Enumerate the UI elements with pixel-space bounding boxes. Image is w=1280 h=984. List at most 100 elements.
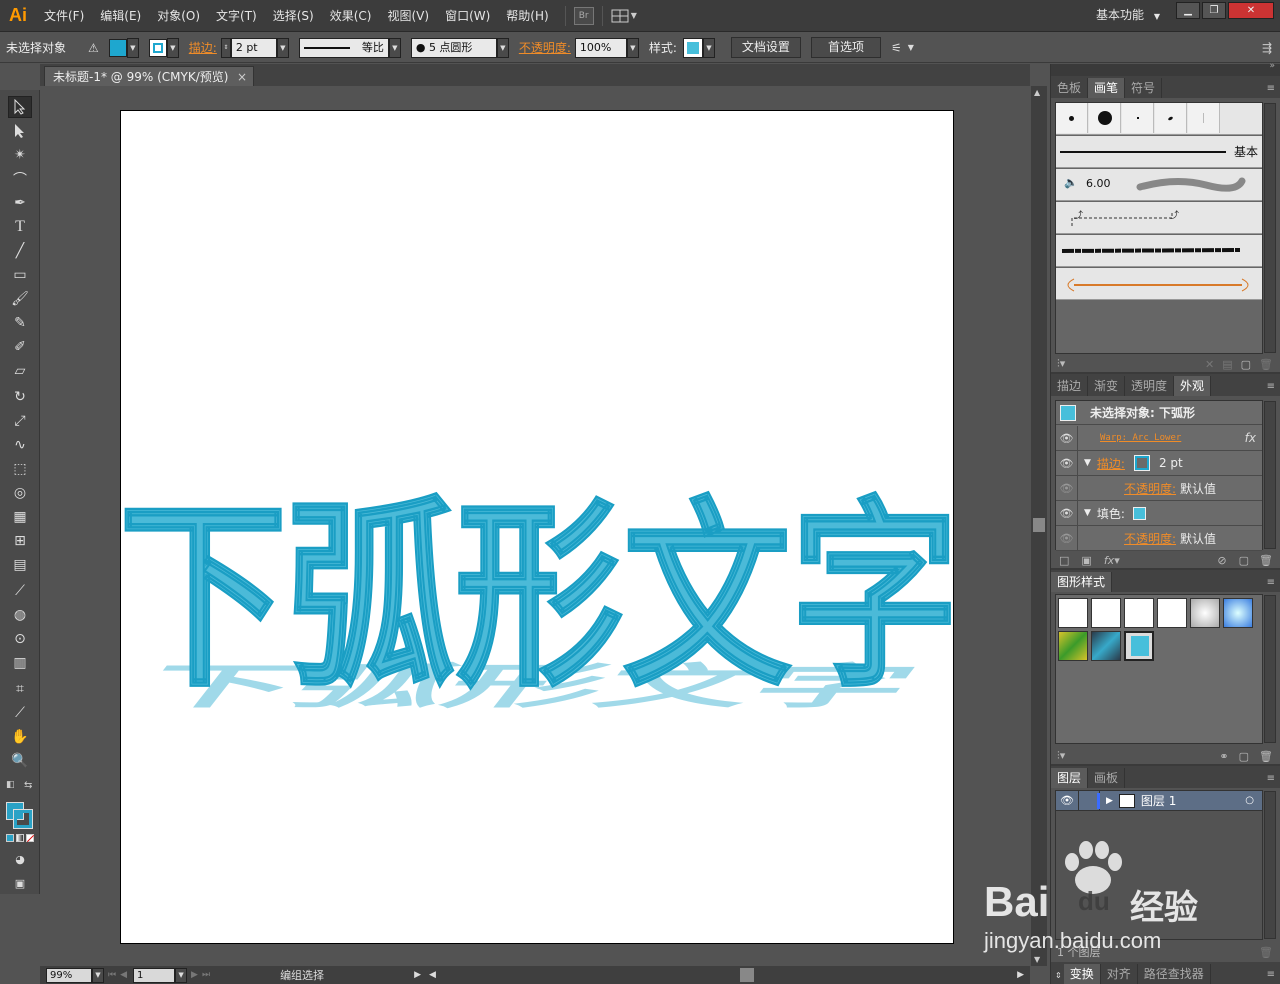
canvas-area[interactable]: 下弧形文字 下弧形文字: [40, 86, 1030, 966]
stroke-stepper[interactable]: ⇕: [220, 37, 231, 58]
mesh-tool[interactable]: ⊞: [8, 530, 32, 552]
tab-pathfinder[interactable]: 路径查找器: [1138, 964, 1211, 984]
tab-appearance[interactable]: 外观: [1174, 376, 1212, 396]
style-default-text[interactable]: [1091, 598, 1121, 628]
column-graph-tool[interactable]: ▥: [8, 652, 32, 674]
align-icon[interactable]: ⚟: [891, 41, 902, 55]
document-setup-button[interactable]: 文档设置: [730, 37, 801, 58]
paintbrush-tool[interactable]: 🖌: [8, 288, 32, 310]
new-style-icon[interactable]: ▢: [1239, 750, 1249, 763]
stroke-weight-input[interactable]: 2 pt: [230, 37, 277, 58]
status-mode[interactable]: 编组选择: [280, 967, 410, 983]
tab-layers[interactable]: 图层: [1051, 768, 1089, 788]
panel-menu-icon[interactable]: ≡: [1267, 577, 1275, 588]
add-fill-icon[interactable]: ▣: [1081, 554, 1091, 567]
gradient-tool[interactable]: ▤: [8, 554, 32, 576]
appearance-stroke-row[interactable]: 👁 ▼ 描边: 2 pt: [1056, 450, 1262, 476]
stroke-dropdown[interactable]: ▼: [166, 37, 179, 58]
style-default[interactable]: [1058, 598, 1088, 628]
menu-effect[interactable]: 效果(C): [322, 0, 380, 32]
delete-layer-icon[interactable]: 🗑: [1259, 946, 1273, 959]
minimize-button[interactable]: ▁: [1176, 2, 1200, 19]
eye-icon[interactable]: 👁: [1056, 794, 1078, 807]
panel-menu-icon[interactable]: ≡: [1267, 83, 1275, 94]
style-pattern-green[interactable]: [1058, 631, 1088, 661]
opacity-link[interactable]: 不透明度:: [1124, 530, 1176, 547]
menu-view[interactable]: 视图(V): [379, 0, 437, 32]
tab-align[interactable]: 对齐: [1101, 964, 1138, 984]
pencil-tool[interactable]: ✎: [8, 312, 32, 334]
menu-object[interactable]: 对象(O): [149, 0, 208, 32]
tab-transform[interactable]: 变换: [1063, 964, 1101, 984]
panel-dock-header[interactable]: »: [1051, 61, 1280, 76]
zoom-tool[interactable]: 🔍: [8, 750, 32, 772]
collapse-icon[interactable]: »: [1269, 61, 1275, 71]
page-field[interactable]: 1: [133, 967, 176, 983]
fill-swatch[interactable]: [108, 38, 127, 57]
style-white[interactable]: [1124, 598, 1154, 628]
style-pattern-blue[interactable]: [1091, 631, 1121, 661]
warp-effect-link[interactable]: Warp: Arc Lower: [1100, 433, 1181, 443]
style-drop-shadow[interactable]: [1157, 598, 1187, 628]
tab-stroke[interactable]: 描边: [1051, 376, 1089, 396]
opacity-dropdown[interactable]: ▼: [626, 37, 639, 58]
hand-tool[interactable]: ✋: [8, 726, 32, 748]
target-icon[interactable]: ○: [1245, 795, 1254, 806]
scale-tool[interactable]: ⤢: [8, 410, 32, 432]
lasso-tool[interactable]: ⌒: [8, 168, 32, 190]
prev-page-icon[interactable]: ◀: [120, 970, 127, 980]
brush-dropdown[interactable]: ▼: [496, 37, 509, 58]
styles-scrollbar[interactable]: [1264, 595, 1276, 743]
shape-builder-tool[interactable]: ◎: [8, 482, 32, 504]
slice-tool[interactable]: ⟋: [8, 702, 32, 724]
type-tool[interactable]: T: [8, 216, 32, 238]
perspective-grid-tool[interactable]: ▦: [8, 506, 32, 528]
close-tab-icon[interactable]: ×: [237, 67, 247, 87]
rotate-tool[interactable]: ↻: [8, 386, 32, 408]
add-effect-icon[interactable]: fx▾: [1104, 554, 1120, 567]
stroke-swatch[interactable]: [1133, 455, 1150, 471]
drawing-mode-button[interactable]: ◕: [8, 848, 32, 870]
artboard-tool[interactable]: ⌗: [8, 678, 32, 700]
tab-swatches[interactable]: 色板: [1051, 78, 1089, 98]
horizontal-scroll-thumb[interactable]: [740, 968, 754, 982]
panel-menu-icon[interactable]: ⇶: [1262, 41, 1272, 55]
stroke-label[interactable]: 描边:: [189, 39, 217, 56]
panel-menu-icon[interactable]: ≡: [1267, 969, 1275, 980]
delete-item-icon[interactable]: 🗑: [1259, 554, 1273, 567]
appearance-warp-row[interactable]: 👁 Warp: Arc Lower fx: [1056, 425, 1262, 451]
brush-dot-small[interactable]: [1056, 103, 1088, 133]
tab-gradient[interactable]: 渐变: [1088, 376, 1126, 396]
style-dropdown[interactable]: ▼: [702, 37, 715, 58]
line-tool[interactable]: ╱: [8, 240, 32, 262]
menu-file[interactable]: 文件(F): [36, 0, 92, 32]
delete-style-icon[interactable]: 🗑: [1259, 750, 1273, 763]
layers-scrollbar[interactable]: [1264, 791, 1276, 939]
warped-text-artwork[interactable]: 下弧形文字 下弧形文字: [121, 111, 955, 945]
swap-colors-icon[interactable]: ⇆: [24, 780, 32, 791]
opacity-link[interactable]: 不透明度:: [1124, 480, 1176, 497]
menu-window[interactable]: 窗口(W): [437, 0, 498, 32]
eye-icon[interactable]: 👁: [1056, 500, 1078, 526]
variable-width-profile[interactable]: 等比: [298, 37, 389, 58]
brush-libraries-icon[interactable]: ⫶▾: [1057, 357, 1065, 371]
opacity-input[interactable]: 100%: [574, 37, 627, 58]
brush-charcoal[interactable]: 🔈 6.00: [1056, 169, 1262, 201]
tab-artboards[interactable]: 画板: [1088, 768, 1126, 788]
page-dropdown[interactable]: ▼: [175, 967, 188, 983]
free-transform-tool[interactable]: ⬚: [8, 458, 32, 480]
pen-tool[interactable]: ✒: [8, 192, 32, 214]
brush-basic[interactable]: 基本: [1056, 136, 1262, 168]
menu-help[interactable]: 帮助(H): [498, 0, 556, 32]
appearance-fill-row[interactable]: 👁 ▼ 填色:: [1056, 500, 1262, 526]
layer-name[interactable]: 图层 1: [1141, 792, 1176, 809]
appearance-stroke-opacity-row[interactable]: 👁 不透明度: 默认值: [1056, 475, 1262, 501]
style-swatch[interactable]: [682, 37, 703, 58]
artboard[interactable]: 下弧形文字 下弧形文字: [120, 110, 955, 945]
expand-triangle-icon[interactable]: ▶: [1106, 796, 1113, 806]
lock-toggle[interactable]: [1078, 790, 1100, 811]
fill-swatch[interactable]: [1132, 506, 1146, 520]
appearance-scrollbar[interactable]: [1264, 401, 1276, 549]
brushes-scrollbar[interactable]: [1264, 103, 1276, 353]
brush-decorative[interactable]: [1056, 268, 1262, 300]
